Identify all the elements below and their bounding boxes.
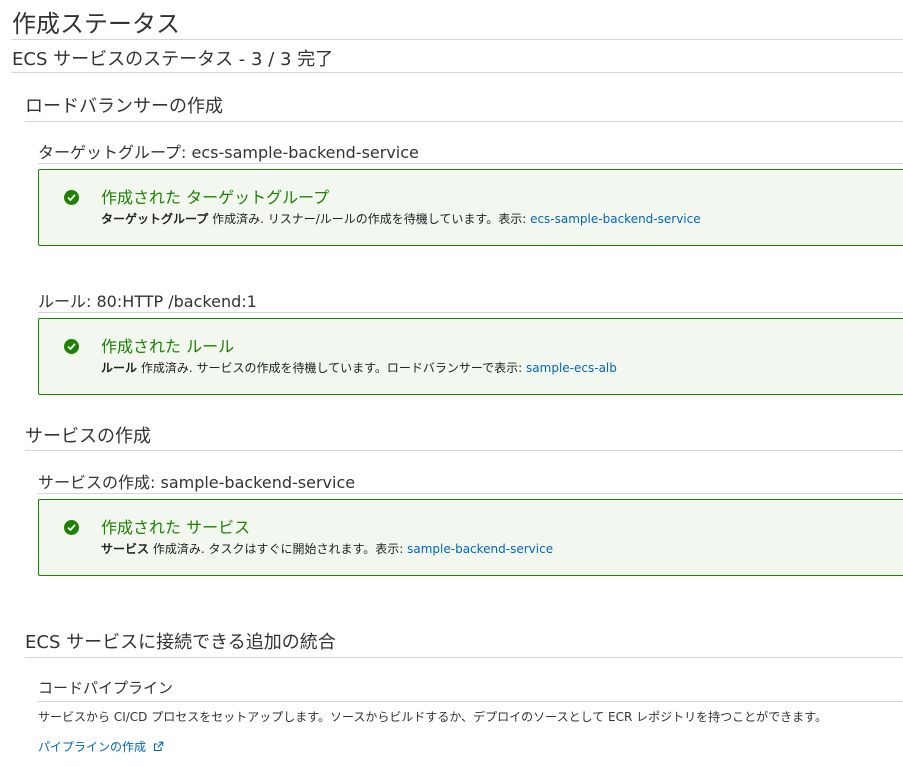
divider [38,493,903,494]
divider [12,72,903,73]
success-check-icon [64,520,79,535]
alert-title: 作成された サービス [101,518,251,537]
rule-heading: ルール: 80:HTTP /backend:1 [38,292,257,311]
alert-bold-label: サービス [101,542,150,556]
load-balancer-heading: ロードバランサーの作成 [25,96,223,117]
success-check-icon [64,190,79,205]
divider [25,121,903,122]
status-summary: ECS サービスのステータス - 3 / 3 完了 [12,49,334,70]
alert-message: ルール 作成済み. サービスの作成を待機しています。ロードバランサーで表示: s… [101,359,617,376]
target-group-link[interactable]: ecs-sample-backend-service [530,212,701,226]
target-group-success-alert: 作成された ターゲットグループ ターゲットグループ 作成済み. リスナー/ルール… [38,169,903,246]
create-pipeline-link-label[interactable]: パイプラインの作成 [38,740,146,754]
alert-message: ターゲットグループ 作成済み. リスナー/ルールの作成を待機しています。表示: … [101,210,701,227]
service-heading: サービスの作成 [25,426,151,447]
success-check-icon [64,339,79,354]
load-balancer-link[interactable]: sample-ecs-alb [526,361,617,375]
alert-text: 作成済み. タスクはすぐに開始されます。表示: [149,542,408,556]
divider [38,312,903,313]
page-title: 作成ステータス [12,10,180,38]
create-pipeline-link[interactable]: パイプラインの作成 [38,738,164,755]
code-pipeline-heading: コードパイプライン [38,679,174,697]
target-group-heading: ターゲットグループ: ecs-sample-backend-service [38,143,419,162]
integrations-heading: ECS サービスに接続できる追加の統合 [25,632,336,653]
divider [25,450,903,451]
rule-success-alert: 作成された ルール ルール 作成済み. サービスの作成を待機しています。ロードバ… [38,318,903,395]
service-sub-heading: サービスの作成: sample-backend-service [38,473,356,492]
external-link-icon [153,741,164,755]
divider [38,701,903,702]
code-pipeline-description: サービスから CI/CD プロセスをセットアップします。ソースからビルドするか、… [38,710,827,724]
alert-title: 作成された ルール [101,337,235,356]
alert-title: 作成された ターゲットグループ [101,188,330,207]
divider [12,39,903,40]
service-link[interactable]: sample-backend-service [407,542,553,556]
divider [38,163,903,164]
alert-bold-label: ルール [101,361,138,375]
alert-bold-label: ターゲットグループ [101,212,209,226]
alert-text: 作成済み. リスナー/ルールの作成を待機しています。表示: [208,212,531,226]
divider [25,657,903,658]
alert-message: サービス 作成済み. タスクはすぐに開始されます。表示: sample-back… [101,540,553,557]
alert-text: 作成済み. サービスの作成を待機しています。ロードバランサーで表示: [137,361,527,375]
service-success-alert: 作成された サービス サービス 作成済み. タスクはすぐに開始されます。表示: … [38,499,903,576]
